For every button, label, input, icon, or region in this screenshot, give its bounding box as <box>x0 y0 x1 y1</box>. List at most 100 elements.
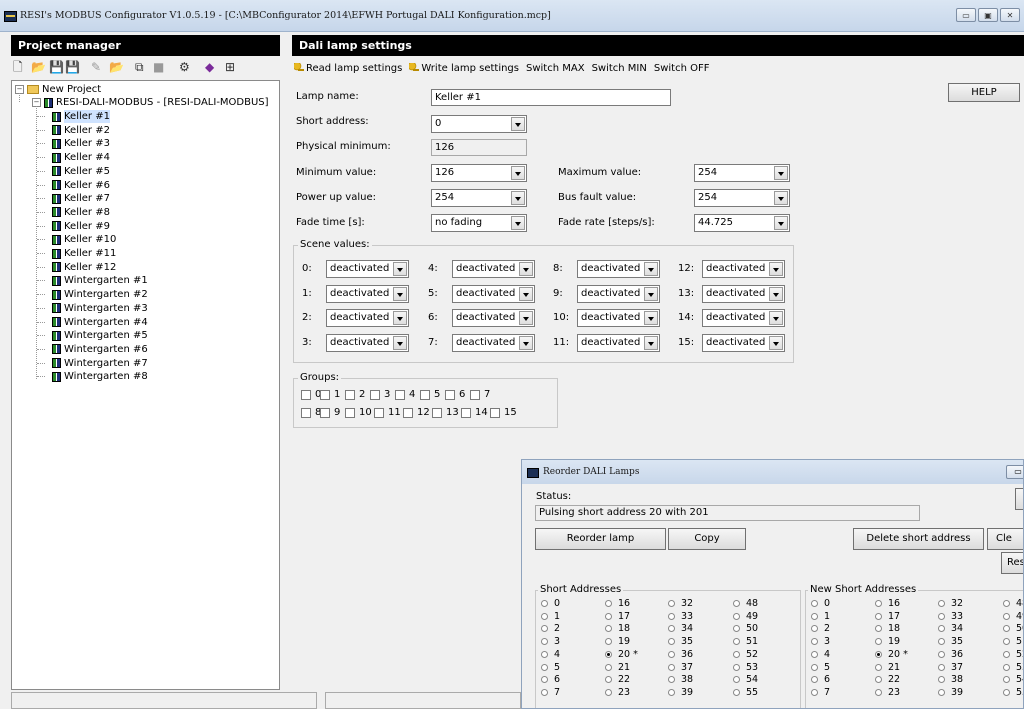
address-radio[interactable]: 21 <box>605 662 630 673</box>
address-radio[interactable]: 2 <box>811 623 830 634</box>
address-radio[interactable]: 35 <box>938 636 963 647</box>
write-settings-button[interactable]: Write lamp settings <box>409 63 519 74</box>
chevron-down-icon[interactable] <box>769 262 783 276</box>
maximum-value-select[interactable]: 254 <box>694 164 790 182</box>
project-tree[interactable]: − New Project − RESI-DALI-MODBUS - [RESI… <box>11 80 280 690</box>
address-radio[interactable]: 48 <box>733 598 758 609</box>
scene-select[interactable]: deactivated <box>452 284 535 303</box>
chevron-down-icon[interactable] <box>769 286 783 301</box>
tree-lamp-item[interactable]: Keller #9 <box>52 220 110 233</box>
chevron-down-icon[interactable] <box>393 262 407 276</box>
address-radio[interactable]: 22 <box>605 674 630 685</box>
address-radio[interactable]: 3 <box>541 636 560 647</box>
tree-lamp-item[interactable]: Wintergarten #8 <box>52 370 148 383</box>
fade-rate-select[interactable]: 44.725 <box>694 214 790 232</box>
chevron-down-icon[interactable] <box>644 311 658 325</box>
close-icon[interactable]: ✕ <box>1000 8 1020 22</box>
chevron-down-icon[interactable] <box>769 335 783 350</box>
chevron-down-icon[interactable] <box>769 311 783 325</box>
address-radio[interactable]: 37 <box>668 662 693 673</box>
group-checkbox[interactable]: 6 <box>445 389 465 401</box>
save-icon[interactable]: 💾 <box>49 60 64 74</box>
tree-lamp-item[interactable]: Wintergarten #3 <box>52 302 148 315</box>
address-radio[interactable]: 1 <box>811 611 830 622</box>
paste-icon[interactable]: ■ <box>153 60 164 74</box>
tree-lamp-item[interactable]: Keller #11 <box>52 247 116 260</box>
scene-select[interactable]: deactivated <box>326 260 409 278</box>
chevron-down-icon[interactable] <box>644 262 658 276</box>
chevron-down-icon[interactable] <box>519 335 533 350</box>
chevron-down-icon[interactable] <box>511 216 525 230</box>
tree-lamp-item[interactable]: Keller #4 <box>52 151 110 164</box>
group-checkbox[interactable]: 3 <box>370 389 390 401</box>
address-radio[interactable]: 16 <box>605 598 630 609</box>
chevron-down-icon[interactable] <box>519 286 533 301</box>
address-radio[interactable]: 53 <box>1003 662 1023 673</box>
address-radio[interactable]: 16 <box>875 598 900 609</box>
tree-lamp-item[interactable]: Keller #5 <box>52 165 110 178</box>
switch-off-button[interactable]: Switch OFF <box>654 63 710 74</box>
add-device-icon[interactable]: ✎ <box>91 60 101 74</box>
address-radio[interactable]: 55 <box>1003 687 1023 698</box>
address-radio[interactable]: 18 <box>605 623 630 634</box>
tree-lamp-item[interactable]: Wintergarten #4 <box>52 316 148 329</box>
tree-lamp-item[interactable]: Keller #12 <box>52 261 116 274</box>
address-radio[interactable]: 53 <box>733 662 758 673</box>
scene-select[interactable]: deactivated <box>452 309 535 327</box>
minimum-value-select[interactable]: 126 <box>431 164 527 182</box>
address-radio[interactable]: 35 <box>668 636 693 647</box>
address-radio[interactable]: 39 <box>938 687 963 698</box>
group-checkbox[interactable]: 14 <box>461 407 488 419</box>
chevron-down-icon[interactable] <box>519 262 533 276</box>
open-folder-icon[interactable]: 📂 <box>31 60 46 74</box>
maximize-icon[interactable]: ▣ <box>978 8 998 22</box>
address-radio[interactable]: 18 <box>875 623 900 634</box>
address-radio[interactable]: 54 <box>733 674 758 685</box>
chevron-down-icon[interactable] <box>644 286 658 301</box>
chevron-down-icon[interactable] <box>519 311 533 325</box>
fade-time-select[interactable]: no fading <box>431 214 527 232</box>
tree-lamp-item[interactable]: Keller #10 <box>52 233 116 246</box>
chevron-down-icon[interactable] <box>511 166 525 180</box>
group-checkbox[interactable]: 5 <box>420 389 440 401</box>
address-radio[interactable]: 36 <box>668 649 693 660</box>
scene-select[interactable]: deactivated <box>577 309 660 327</box>
help-button[interactable]: HELP <box>948 83 1020 102</box>
group-checkbox[interactable]: 7 <box>470 389 490 401</box>
address-radio[interactable]: 55 <box>733 687 758 698</box>
minimize-icon[interactable]: ▭ <box>956 8 976 22</box>
address-radio[interactable]: 54 <box>1003 674 1023 685</box>
settings-icon[interactable]: ⚙ <box>179 60 190 74</box>
scene-select[interactable]: deactivated <box>702 284 785 303</box>
address-radio[interactable]: 20 * <box>605 649 638 660</box>
tree-lamp-item[interactable]: Wintergarten #1 <box>52 274 148 287</box>
open-device-icon[interactable]: 📂 <box>109 60 124 74</box>
chevron-down-icon[interactable] <box>393 335 407 350</box>
reset-button[interactable]: Res <box>1001 552 1023 574</box>
address-radio[interactable]: 49 <box>1003 611 1023 622</box>
chevron-down-icon[interactable] <box>774 166 788 180</box>
address-radio[interactable]: 51 <box>733 636 758 647</box>
address-radio[interactable]: 32 <box>668 598 693 609</box>
address-radio[interactable]: 36 <box>938 649 963 660</box>
address-radio[interactable]: 7 <box>811 687 830 698</box>
address-radio[interactable]: 2 <box>541 623 560 634</box>
address-radio[interactable]: 0 <box>811 598 830 609</box>
tree-lamp-item[interactable]: Wintergarten #5 <box>52 329 148 342</box>
address-radio[interactable]: 7 <box>541 687 560 698</box>
tree-lamp-item[interactable]: Keller #3 <box>52 137 110 150</box>
scene-select[interactable]: deactivated <box>577 284 660 303</box>
address-radio[interactable]: 32 <box>938 598 963 609</box>
read-settings-button[interactable]: Read lamp settings <box>294 63 402 74</box>
chevron-down-icon[interactable] <box>393 286 407 301</box>
power-up-select[interactable]: 254 <box>431 189 527 207</box>
tree-lamp-item[interactable]: Wintergarten #6 <box>52 343 148 356</box>
switch-min-button[interactable]: Switch MIN <box>592 63 647 74</box>
scene-select[interactable]: deactivated <box>452 260 535 278</box>
address-radio[interactable]: 38 <box>938 674 963 685</box>
address-radio[interactable]: 33 <box>668 611 693 622</box>
chevron-down-icon[interactable] <box>511 191 525 205</box>
address-radio[interactable]: 49 <box>733 611 758 622</box>
scene-select[interactable]: deactivated <box>452 333 535 352</box>
address-radio[interactable]: 6 <box>541 674 560 685</box>
